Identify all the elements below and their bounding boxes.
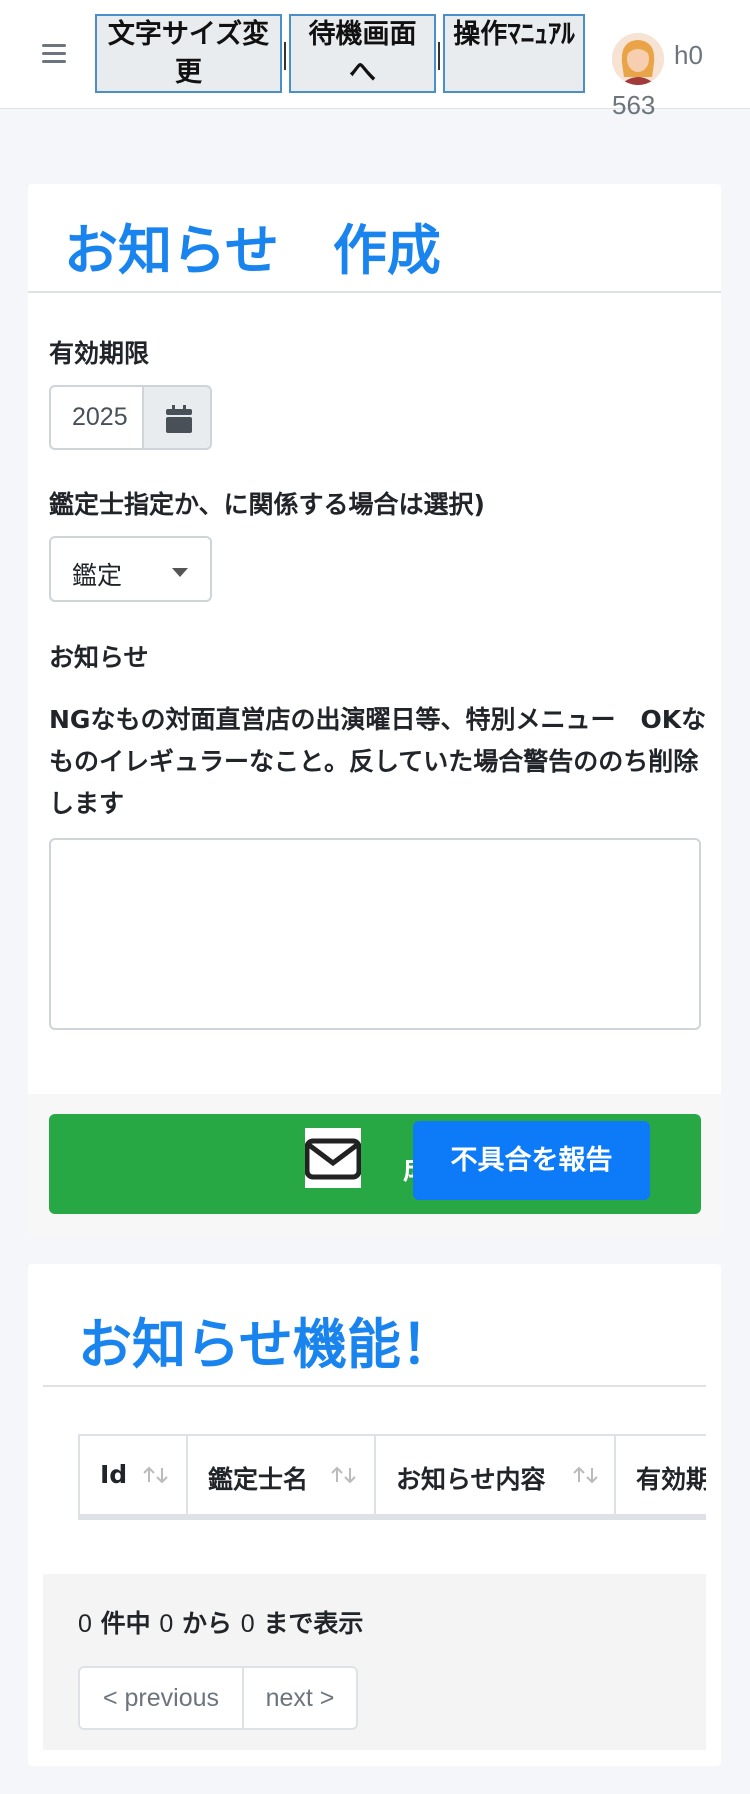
nav-separator bbox=[284, 42, 286, 70]
expiry-label: 有効期限 bbox=[49, 339, 150, 368]
menu-icon[interactable] bbox=[42, 44, 66, 64]
sort-icon bbox=[331, 1466, 356, 1484]
appraiser-select-value: 鑑定 bbox=[72, 561, 123, 590]
sort-icon bbox=[573, 1466, 598, 1484]
sort-icon bbox=[143, 1466, 168, 1484]
card-header: お知らせ 作成 bbox=[28, 184, 721, 293]
pagination: < previous next > bbox=[78, 1666, 358, 1730]
list-title: お知らせ機能！ bbox=[78, 1313, 455, 1376]
divider bbox=[43, 1385, 706, 1387]
standby-screen-button[interactable]: 待機画面へ bbox=[289, 14, 436, 93]
notice-guideline-text: NGなもの対面直営店の出演曜日等、特別メニュー OKなものイレギュラーなこと。反… bbox=[49, 705, 707, 818]
report-bug-button[interactable]: 不具合を報告 bbox=[413, 1121, 650, 1200]
column-header-appraiser[interactable]: 鑑定士名 bbox=[186, 1436, 374, 1516]
column-header-expiry[interactable]: 有効期 bbox=[614, 1436, 706, 1516]
envelope-icon bbox=[304, 1128, 362, 1188]
previous-page-button[interactable]: < previous bbox=[80, 1668, 244, 1728]
user-name: h0 bbox=[674, 40, 703, 70]
table-header: Id 鑑定士名 お知らせ内容 有効期 bbox=[78, 1434, 706, 1520]
expiry-date-input[interactable]: 2025 bbox=[49, 385, 143, 450]
next-page-button[interactable]: next > bbox=[244, 1668, 356, 1728]
calendar-button[interactable] bbox=[142, 385, 212, 450]
notice-label: お知らせ bbox=[49, 643, 149, 672]
avatar[interactable] bbox=[612, 33, 664, 85]
manual-button[interactable]: 操作ﾏﾆｭｱﾙ bbox=[443, 14, 585, 93]
notice-list-card: お知らせ機能！ Id 鑑定士名 お知らせ内容 有効期 0 件中 0 から 0 ま… bbox=[28, 1264, 721, 1766]
top-navbar: 文字サイズ変更 待機画面へ 操作ﾏﾆｭｱﾙ h0 563 bbox=[0, 0, 750, 120]
notice-textarea[interactable] bbox=[49, 838, 701, 1030]
nav-separator bbox=[438, 42, 440, 70]
calendar-icon bbox=[166, 405, 192, 433]
font-size-button[interactable]: 文字サイズ変更 bbox=[95, 14, 282, 93]
appraiser-select[interactable]: 鑑定 bbox=[49, 536, 212, 602]
table-info: 0 件中 0 から 0 まで表示 bbox=[78, 1609, 364, 1638]
chevron-down-icon bbox=[172, 568, 188, 577]
column-header-id[interactable]: Id bbox=[78, 1436, 186, 1516]
notice-table[interactable]: Id 鑑定士名 お知らせ内容 有効期 bbox=[78, 1434, 706, 1520]
user-id: 563 bbox=[612, 90, 656, 120]
appraiser-label: 鑑定士指定か、に関係する場合は選択) bbox=[49, 490, 485, 519]
column-header-content[interactable]: お知らせ内容 bbox=[374, 1436, 614, 1516]
notice-create-card: お知らせ 作成 有効期限 2025 鑑定士指定か、に関係する場合は選択) 鑑定 … bbox=[28, 184, 721, 1236]
page-title: お知らせ 作成 bbox=[64, 219, 441, 282]
table-footer: 0 件中 0 から 0 まで表示 < previous next > bbox=[43, 1574, 706, 1750]
